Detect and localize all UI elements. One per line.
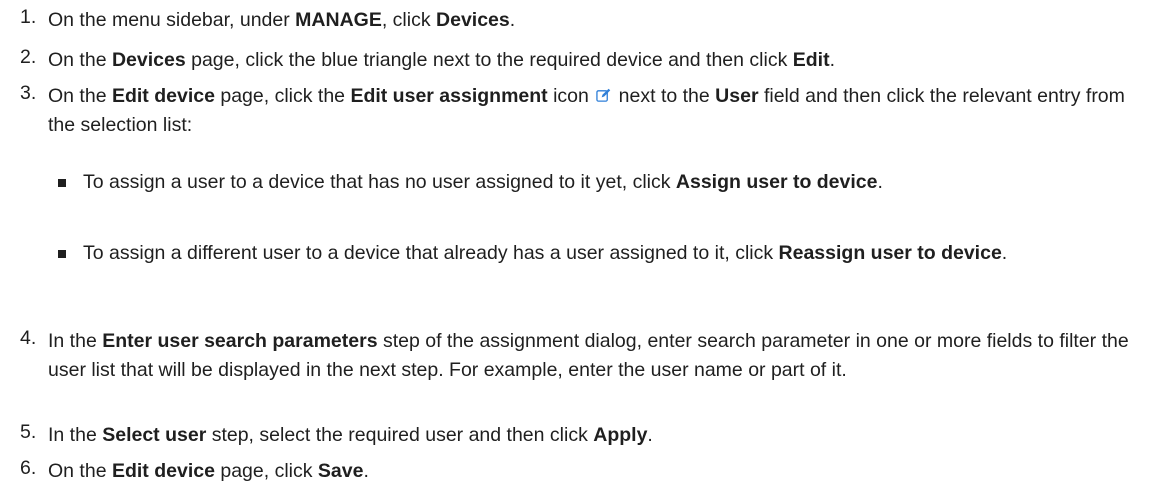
step-text: On the Devices page, click the blue tria… — [48, 49, 836, 71]
step-number: 4. — [20, 327, 37, 349]
step-number: 2. — [20, 46, 37, 68]
step-text: In the Select user step, select the requ… — [48, 424, 653, 446]
bullet-text: To assign a user to a device that has no… — [83, 171, 883, 193]
bullet-marker — [58, 179, 66, 187]
step-text: On the Edit device page, click the Edit … — [48, 85, 1125, 136]
step-text: On the Edit device page, click Save. — [48, 460, 369, 482]
step-text: In the Enter user search parameters step… — [48, 330, 1129, 381]
step-number: 6. — [20, 457, 37, 479]
edit-pencil-icon — [596, 88, 611, 102]
bullet-marker — [58, 250, 66, 258]
step-text: On the menu sidebar, under MANAGE, click… — [48, 9, 516, 31]
step-number: 5. — [20, 421, 37, 443]
step-number: 3. — [20, 82, 37, 104]
bullet-text: To assign a different user to a device t… — [83, 242, 1008, 264]
step-number: 1. — [20, 6, 37, 28]
